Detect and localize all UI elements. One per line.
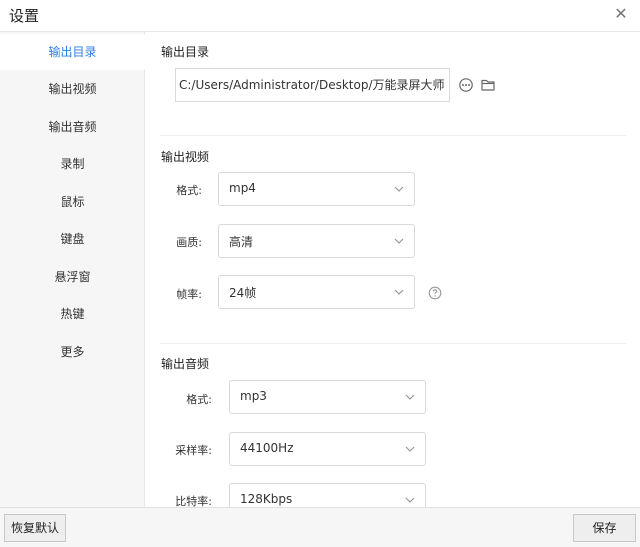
divider bbox=[160, 135, 626, 136]
audio-bitrate-select[interactable]: 128Kbps bbox=[229, 483, 426, 507]
audio-bitrate-value: 128Kbps bbox=[240, 492, 293, 506]
audio-samplerate-label: 采样率: bbox=[175, 444, 212, 457]
sidebar-item-floating-window[interactable]: 悬浮窗 bbox=[0, 259, 145, 295]
sidebar-item-keyboard[interactable]: 键盘 bbox=[0, 221, 145, 257]
settings-content: 输出目录 C:/Users/Administrator/Desktop/万能录屏… bbox=[146, 32, 640, 507]
video-quality-select[interactable]: 高清 bbox=[218, 224, 415, 258]
divider bbox=[160, 343, 626, 344]
video-quality-label: 画质: bbox=[176, 236, 202, 249]
video-fps-value: 24帧 bbox=[229, 286, 257, 300]
footer: 恢复默认 保存 bbox=[0, 507, 640, 547]
video-fps-label: 帧率: bbox=[176, 288, 202, 301]
output-path-field[interactable]: C:/Users/Administrator/Desktop/万能录屏大师 bbox=[175, 68, 450, 102]
chevron-down-icon bbox=[394, 289, 404, 295]
audio-format-value: mp3 bbox=[240, 389, 267, 403]
video-fps-select[interactable]: 24帧 bbox=[218, 275, 415, 309]
save-button[interactable]: 保存 bbox=[573, 514, 636, 542]
sidebar-item-mouse[interactable]: 鼠标 bbox=[0, 184, 145, 220]
folder-icon[interactable] bbox=[480, 77, 496, 93]
more-dots-icon[interactable] bbox=[458, 77, 474, 93]
sidebar-item-record[interactable]: 录制 bbox=[0, 146, 145, 182]
section-title-output-video: 输出视频 bbox=[161, 150, 210, 164]
video-quality-value: 高清 bbox=[229, 235, 254, 249]
video-format-value: mp4 bbox=[229, 181, 256, 195]
window-title: 设置 bbox=[9, 7, 40, 25]
audio-bitrate-label: 比特率: bbox=[175, 495, 212, 507]
chevron-down-icon bbox=[405, 497, 415, 503]
chevron-down-icon bbox=[405, 394, 415, 400]
sidebar-item-output-audio[interactable]: 输出音频 bbox=[0, 109, 145, 145]
audio-format-select[interactable]: mp3 bbox=[229, 380, 426, 414]
title-bar: 设置 ✕ bbox=[0, 0, 640, 32]
sidebar-item-more[interactable]: 更多 bbox=[0, 334, 145, 370]
chevron-down-icon bbox=[405, 446, 415, 452]
chevron-down-icon bbox=[394, 186, 404, 192]
video-format-select[interactable]: mp4 bbox=[218, 172, 415, 206]
sidebar: 输出目录 输出视频 输出音频 录制 鼠标 键盘 悬浮窗 热键 更多 bbox=[0, 32, 145, 507]
section-title-output-dir: 输出目录 bbox=[161, 45, 210, 59]
section-title-output-audio: 输出音频 bbox=[161, 357, 210, 371]
audio-format-label: 格式: bbox=[186, 393, 212, 406]
question-circle-icon[interactable] bbox=[428, 286, 442, 300]
sidebar-item-output-video[interactable]: 输出视频 bbox=[0, 71, 145, 107]
chevron-down-icon bbox=[394, 238, 404, 244]
sidebar-item-hotkeys[interactable]: 热键 bbox=[0, 296, 145, 332]
audio-samplerate-select[interactable]: 44100Hz bbox=[229, 432, 426, 466]
audio-samplerate-value: 44100Hz bbox=[240, 441, 294, 455]
close-icon[interactable]: ✕ bbox=[612, 5, 630, 23]
sidebar-item-output-dir[interactable]: 输出目录 bbox=[0, 34, 145, 70]
video-format-label: 格式: bbox=[176, 184, 202, 197]
reset-defaults-button[interactable]: 恢复默认 bbox=[4, 514, 66, 542]
